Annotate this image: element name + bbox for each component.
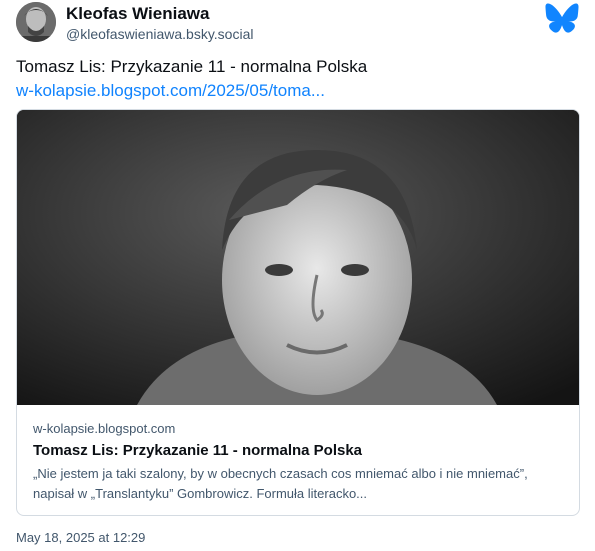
card-domain: w-kolapsie.blogspot.com	[33, 421, 176, 436]
author-handle[interactable]: @kleofaswieniawa.bsky.social	[66, 26, 253, 42]
card-image	[17, 110, 579, 405]
post-timestamp[interactable]: May 18, 2025 at 12:29	[16, 530, 145, 545]
bluesky-butterfly-icon[interactable]	[545, 2, 579, 34]
post-link[interactable]: w-kolapsie.blogspot.com/2025/05/toma...	[16, 81, 325, 101]
card-description: „Nie jestem ja taki szalony, by w obecny…	[33, 466, 528, 501]
post-text: Tomasz Lis: Przykazanie 11 - normalna Po…	[16, 57, 368, 76]
author-name[interactable]: Kleofas Wieniawa	[66, 4, 209, 24]
avatar[interactable]	[16, 2, 56, 42]
avatar-photo	[16, 2, 56, 42]
card-title: Tomasz Lis: Przykazanie 11 - normalna Po…	[33, 442, 363, 459]
link-preview-card[interactable]: w-kolapsie.blogspot.com Tomasz Lis: Przy…	[16, 109, 580, 516]
